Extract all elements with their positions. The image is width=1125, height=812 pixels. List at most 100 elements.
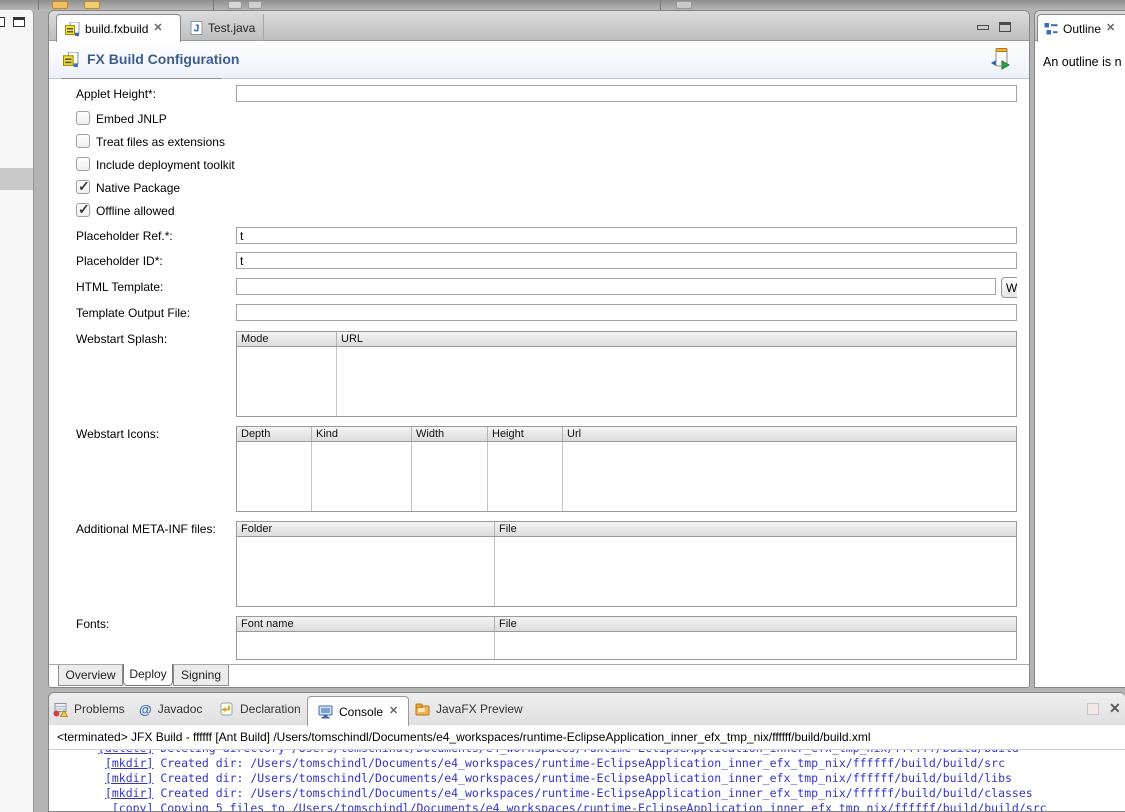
tab-label: JavaFX Preview (436, 702, 523, 716)
ant-task-link[interactable]: [copy] (112, 801, 154, 811)
column-header[interactable]: Depth (237, 427, 312, 441)
console-log: [delete] Deleting directory /Users/tomsc… (49, 750, 1125, 811)
minimized-view-trim (0, 10, 34, 812)
table-column (412, 442, 488, 511)
fonts-table[interactable]: Font name File (236, 616, 1017, 660)
toolbar-icon[interactable] (228, 1, 242, 9)
include-toolkit-checkbox[interactable] (76, 157, 90, 171)
tab-label: Declaration (240, 702, 301, 716)
toolbar-separator (660, 0, 661, 10)
table-body[interactable] (237, 537, 1016, 606)
column-header[interactable]: Mode (237, 332, 337, 346)
close-icon[interactable]: ✕ (1106, 23, 1115, 34)
console-icon (318, 705, 333, 719)
toolbar-icon[interactable] (84, 1, 100, 9)
restore-view-icon[interactable] (0, 17, 5, 27)
close-view-icon[interactable]: ✕ (1109, 700, 1121, 717)
tab-label: Javadoc (158, 702, 203, 716)
tab-problems[interactable]: Problems (53, 693, 125, 725)
meta-inf-table[interactable]: Folder File (236, 521, 1017, 607)
tab-deploy[interactable]: Deploy (123, 664, 173, 686)
webstart-splash-table[interactable]: Mode URL (236, 331, 1017, 417)
tab-test-java[interactable]: J Test.java (182, 14, 264, 41)
console-line: [mkdir] Created dir: /Users/tomschindl/D… (98, 786, 1125, 801)
tab-outline[interactable]: Outline ✕ (1037, 14, 1125, 42)
outline-tabbar: Outline ✕ (1035, 11, 1125, 41)
table-body[interactable] (237, 632, 1016, 659)
header-divider (61, 78, 221, 79)
close-icon[interactable]: ✕ (389, 706, 398, 717)
restore-window-icon[interactable] (13, 17, 25, 27)
table-column (312, 442, 412, 511)
console-line: [mkdir] Created dir: /Users/tomschindl/D… (98, 771, 1125, 786)
column-header[interactable]: Url (563, 427, 1016, 441)
placeholder-ref-input[interactable] (236, 227, 1017, 244)
placeholder-id-label: Placeholder ID*: (76, 254, 163, 268)
tab-declaration[interactable]: Declaration (219, 693, 301, 725)
placeholder-ref-label: Placeholder Ref.*: (76, 229, 173, 243)
ant-task-link[interactable]: [delete] (98, 750, 153, 755)
tab-javafx-preview[interactable]: JavaFX Preview (415, 693, 523, 725)
tab-overview[interactable]: Overview (58, 665, 123, 686)
minimize-icon[interactable] (977, 25, 989, 30)
workspace-browse-button[interactable]: W (1001, 277, 1017, 298)
ant-task-link[interactable]: [mkdir] (105, 756, 153, 770)
table-column (237, 442, 312, 511)
workspace-browse-button-clipped: W (1001, 277, 1017, 298)
template-output-label: Template Output File: (76, 306, 190, 320)
declaration-icon (219, 702, 234, 717)
tab-build-fxbuild[interactable]: build.fxbuild ✕ (56, 14, 181, 42)
maximize-icon[interactable] (999, 22, 1011, 32)
html-template-input[interactable] (236, 278, 996, 295)
trim-handle[interactable] (0, 168, 33, 190)
toolbar-icon[interactable] (248, 1, 262, 9)
column-header[interactable]: Folder (237, 522, 495, 536)
editor-page-tabs: Overview Deploy Signing (49, 664, 1029, 688)
column-header[interactable]: Kind (312, 427, 412, 441)
embed-jnlp-checkbox[interactable] (76, 111, 90, 125)
column-header[interactable]: Font name (237, 617, 495, 631)
embed-jnlp-label: Embed JNLP (96, 112, 167, 126)
template-output-input[interactable] (236, 304, 1017, 321)
editor-area: build.fxbuild ✕ J Test.java (48, 10, 1030, 688)
javadoc-icon: @ (139, 702, 152, 717)
toolbar-separator (213, 0, 214, 10)
tab-javadoc[interactable]: @ Javadoc (139, 693, 202, 725)
console-line: [copy] Copying 5 files to /Users/tomschi… (98, 801, 1125, 811)
console-line: [mkdir] Created dir: /Users/tomschindl/D… (98, 756, 1125, 771)
placeholder-id-input[interactable] (236, 252, 1017, 269)
toolbar-icon[interactable] (52, 1, 68, 9)
run-ant-build-icon[interactable] (987, 46, 1011, 72)
console-output[interactable]: [delete] Deleting directory /Users/tomsc… (49, 750, 1125, 811)
offline-allowed-label: Offline allowed (96, 204, 175, 218)
table-column (337, 347, 1016, 416)
column-header[interactable]: URL (337, 332, 1016, 346)
tab-signing[interactable]: Signing (173, 665, 229, 686)
offline-allowed-checkbox[interactable] (76, 203, 90, 217)
applet-height-label: Applet Height*: (76, 87, 156, 101)
webstart-icons-table[interactable]: Depth Kind Width Height Url (236, 426, 1017, 512)
meta-inf-label: Additional META-INF files: (76, 522, 216, 536)
close-icon[interactable]: ✕ (153, 23, 162, 34)
column-header[interactable]: Width (412, 427, 488, 441)
treat-files-checkbox[interactable] (76, 134, 90, 148)
outline-icon (1044, 22, 1058, 36)
bottom-tabbar: Problems @ Javadoc Declaration (49, 693, 1125, 725)
native-package-checkbox[interactable] (76, 180, 90, 194)
column-header[interactable]: File (495, 617, 1016, 631)
table-body[interactable] (237, 442, 1016, 511)
tab-console[interactable]: Console ✕ (307, 696, 409, 726)
outline-message: An outline is n (1043, 55, 1122, 69)
toolbar-icon[interactable] (676, 1, 692, 9)
ant-task-link[interactable]: [mkdir] (105, 771, 153, 785)
page-title: FX Build Configuration (87, 51, 239, 67)
column-header[interactable]: File (495, 522, 1016, 536)
fxbuild-file-icon (63, 52, 79, 67)
table-body[interactable] (237, 347, 1016, 416)
applet-height-input[interactable] (236, 85, 1017, 102)
ant-task-link[interactable]: [mkdir] (105, 786, 153, 800)
tab-label: Outline (1063, 22, 1101, 36)
pin-console-icon[interactable] (1087, 703, 1099, 715)
column-header[interactable]: Height (488, 427, 563, 441)
tab-label: build.fxbuild (85, 22, 148, 36)
